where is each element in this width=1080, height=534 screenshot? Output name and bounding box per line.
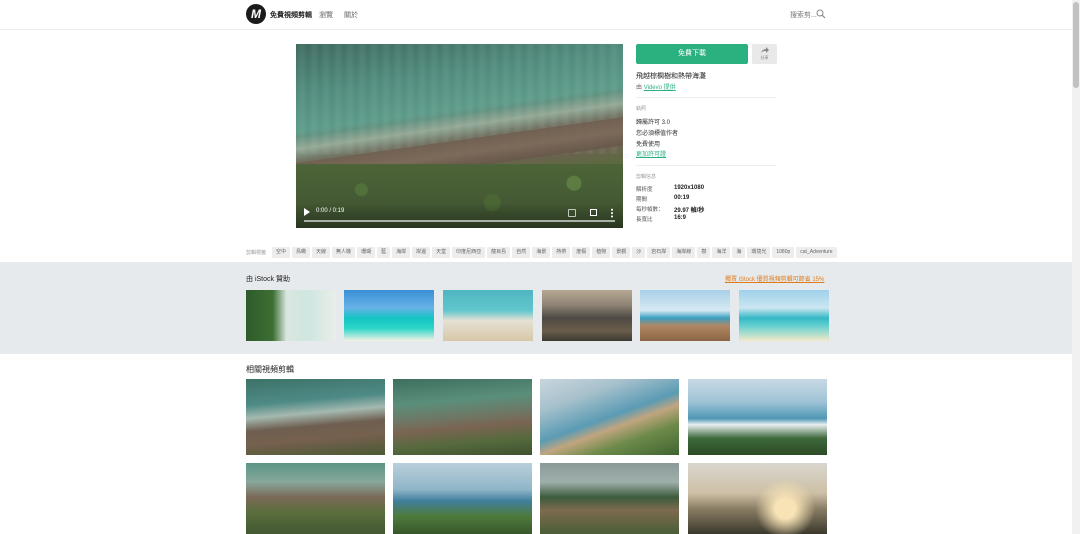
- provided-prefix: 由: [636, 85, 643, 91]
- license-section-label: 執照: [636, 106, 647, 112]
- license-more-link[interactable]: 更加許可證: [636, 149, 666, 158]
- share-icon: [761, 47, 769, 53]
- spec-key: 長寬比: [636, 217, 653, 223]
- video-time: 0:00 / 0:19: [316, 208, 345, 214]
- tag-chip[interactable]: 海岸線: [672, 247, 696, 258]
- divider: [636, 165, 776, 166]
- divider: [636, 97, 776, 98]
- provided-by: 由 Videvo 提供: [636, 82, 676, 91]
- tag-chip[interactable]: 龍目島: [487, 247, 511, 258]
- tag-chip[interactable]: 海: [732, 247, 746, 258]
- related-title: 相關視頻剪輯: [246, 365, 294, 374]
- provider-link[interactable]: Videvo 提供: [644, 85, 676, 91]
- spec-key: 期間: [636, 197, 648, 203]
- related-clip-thumb[interactable]: [540, 379, 679, 455]
- related-clip-thumb[interactable]: [688, 463, 827, 534]
- tag-chip[interactable]: 空中: [272, 247, 291, 258]
- related-clip-thumb[interactable]: [688, 379, 827, 455]
- tag-chip[interactable]: 海洋: [712, 247, 731, 258]
- volume-icon[interactable]: [568, 209, 576, 217]
- tag-chip[interactable]: 珊瑚: [357, 247, 376, 258]
- tag-chip[interactable]: 藍: [377, 247, 391, 258]
- site-name[interactable]: 免費視頻剪輯: [270, 10, 312, 20]
- scrollbar-thumb[interactable]: [1073, 2, 1079, 88]
- istock-promo-link[interactable]: 獨賈 iStock 優質視頻剪輯可節省 15%: [725, 274, 824, 283]
- istock-thumb-palm-wood-deck[interactable]: [640, 290, 730, 341]
- related-clip-thumb[interactable]: [246, 379, 385, 455]
- license-line: 歸屬許可 3.0: [636, 120, 671, 126]
- more-options-icon[interactable]: [611, 208, 613, 218]
- related-clip-thumb[interactable]: [246, 463, 385, 534]
- tag-chip[interactable]: 沙: [632, 247, 646, 258]
- tag-list: 空中 鳥瞰 天線 無人機 珊瑚 藍 海岸 岸邊 天堂 印度尼西亞 龍目島 自然 …: [272, 247, 837, 258]
- search-icon[interactable]: [816, 9, 826, 19]
- spec-value: 29.97 幀/秒: [674, 208, 705, 214]
- istock-title: 由 iStock 贊助: [246, 276, 290, 283]
- video-progress-bar[interactable]: [304, 220, 615, 222]
- tag-chip[interactable]: 海景: [532, 247, 551, 258]
- logo-icon[interactable]: M: [246, 4, 266, 24]
- share-button[interactable]: 分享: [752, 44, 777, 64]
- spec-value: 00:19: [674, 195, 690, 201]
- istock-thumb-palm-sea-view[interactable]: [739, 290, 829, 341]
- spec-key: 解析度: [636, 187, 653, 193]
- tag-chip[interactable]: 樹: [697, 247, 711, 258]
- site-header: M 免費視頻剪輯 瀏覽 關於 搜索剪...: [0, 0, 1072, 30]
- license-line: 您必須標值作者: [636, 131, 679, 137]
- fullscreen-icon[interactable]: [590, 209, 597, 216]
- related-clip-thumb[interactable]: [393, 379, 532, 455]
- spec-value: 16:9: [674, 215, 687, 221]
- spec-key: 每秒幀數：: [636, 207, 664, 213]
- tag-chip[interactable]: 植物: [592, 247, 611, 258]
- tag-chip[interactable]: 自然: [512, 247, 531, 258]
- tag-chip[interactable]: cat_Adventure: [796, 247, 837, 258]
- nav-about[interactable]: 關於: [344, 10, 358, 20]
- related-clip-thumb[interactable]: [540, 463, 679, 534]
- tag-chip[interactable]: 印度尼西亞: [452, 247, 486, 258]
- tag-chip[interactable]: 天線: [312, 247, 331, 258]
- play-icon[interactable]: [304, 208, 310, 216]
- clip-title: 飛越棕櫚樹和熱帶海灘: [636, 73, 706, 80]
- related-clip-thumb[interactable]: [393, 463, 532, 534]
- tag-chip[interactable]: 海岸: [392, 247, 411, 258]
- istock-thumb-palm-beach-aerial[interactable]: [246, 290, 336, 341]
- tag-chip[interactable]: 無人機: [332, 247, 356, 258]
- istock-thumb-sunset-shore[interactable]: [542, 290, 632, 341]
- tag-chip[interactable]: 景觀: [612, 247, 631, 258]
- tag-chip[interactable]: 熱帶: [552, 247, 571, 258]
- istock-thumb-turquoise-lagoon[interactable]: [344, 290, 434, 341]
- download-button[interactable]: 免費下載: [636, 44, 748, 64]
- istock-sponsor-section: 由 iStock 贊助 獨賈 iStock 優質視頻剪輯可節省 15%: [0, 262, 1072, 354]
- tag-chip[interactable]: 1080p: [772, 247, 795, 258]
- search-label[interactable]: 搜索剪...: [790, 10, 817, 20]
- license-line: 免費使用: [636, 142, 661, 148]
- tag-chip[interactable]: 岩石岸: [647, 247, 671, 258]
- istock-thumb-waves-sand[interactable]: [443, 290, 533, 341]
- tags-label: 剪輯標籤: [246, 250, 267, 256]
- nav-browse[interactable]: 瀏覽: [319, 10, 333, 20]
- tag-chip[interactable]: 天堂: [432, 247, 451, 258]
- tag-chip[interactable]: 度假: [572, 247, 591, 258]
- video-controls: 0:00 / 0:19: [296, 202, 623, 228]
- spec-value: 1920x1080: [674, 185, 705, 191]
- tag-chip[interactable]: 鳥瞰: [292, 247, 311, 258]
- video-player[interactable]: 0:00 / 0:19: [296, 44, 623, 228]
- specs-section-label: 剪輯信息: [636, 174, 657, 180]
- share-label: 分享: [760, 55, 769, 60]
- tag-chip[interactable]: 岸邊: [412, 247, 431, 258]
- tag-chip[interactable]: 環境光: [747, 247, 771, 258]
